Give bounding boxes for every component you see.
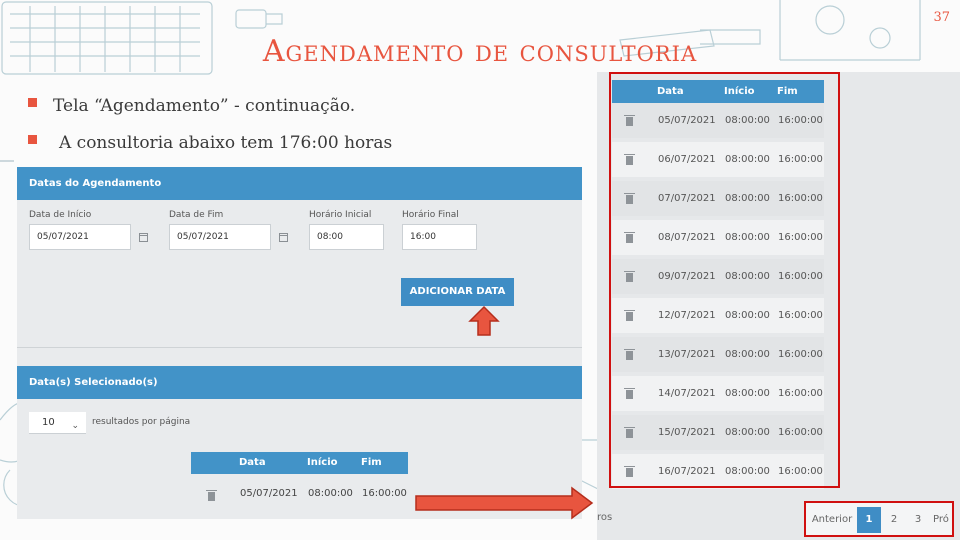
row-date: 05/07/2021 — [240, 488, 298, 499]
start-time-input[interactable]: 08:00 — [309, 224, 384, 250]
dates-panel-header: Datas do Agendamento — [17, 167, 582, 200]
row-start: 08:00:00 — [308, 488, 353, 499]
column-header-start: Início — [307, 457, 338, 468]
start-time-label: Horário Inicial — [309, 210, 372, 220]
end-date-label: Data de Fim — [169, 210, 224, 220]
start-date-label: Data de Início — [29, 210, 92, 220]
pagination-page-1[interactable]: 1 — [857, 507, 881, 533]
add-date-button[interactable]: ADICIONAR DATA — [401, 278, 514, 306]
calendar-icon[interactable] — [139, 233, 148, 242]
start-date-input[interactable]: 05/07/2021 — [29, 224, 131, 250]
table-footer-fragment: ros — [597, 512, 613, 523]
bullet-item: Tela “Agendamento” - continuação. — [28, 96, 355, 116]
slide-number: 37 — [933, 10, 950, 25]
table-row: 05/07/2021 08:00:00 16:00:00 — [191, 474, 408, 514]
slide-title: Agendamento de consultoria — [262, 34, 698, 69]
pagination-page-3[interactable]: 3 — [907, 507, 929, 533]
bullet-text: Tela “Agendamento” - continuação. — [53, 96, 356, 116]
zoom-highlight-frame — [609, 72, 840, 488]
pagination-next[interactable]: Pró — [933, 507, 952, 533]
bullet-marker — [28, 98, 37, 107]
calendar-icon[interactable] — [279, 233, 288, 242]
table-header: Data Início Fim — [191, 452, 408, 474]
selected-dates-table: Data Início Fim 05/07/2021 08:00:00 16:0… — [191, 452, 408, 514]
chevron-down-icon: ⌄ — [71, 421, 79, 431]
bullet-marker — [28, 135, 37, 144]
selected-dates-panel-header: Data(s) Selecionado(s) — [17, 366, 582, 399]
results-per-page-label: resultados por página — [92, 417, 191, 427]
column-header-date: Data — [239, 457, 266, 468]
end-time-label: Horário Final — [402, 210, 459, 220]
pagination: Anterior 1 2 3 Pró — [804, 501, 954, 537]
pagination-page-2[interactable]: 2 — [883, 507, 905, 533]
results-per-page-select[interactable]: 10 ⌄ — [29, 412, 86, 434]
scheduling-form-screenshot: Datas do Agendamento Data de Início 05/0… — [17, 167, 582, 519]
panel-divider — [17, 347, 582, 348]
row-end: 16:00:00 — [362, 488, 407, 499]
column-header-end: Fim — [361, 457, 382, 468]
right-arrow-annotation — [415, 486, 594, 520]
end-date-input[interactable]: 05/07/2021 — [169, 224, 271, 250]
bullet-text: A consultoria abaixo tem 176:00 horas — [59, 133, 393, 153]
bullet-item: A consultoria abaixo tem 176:00 horas — [28, 133, 392, 153]
pagination-previous[interactable]: Anterior — [810, 507, 854, 533]
results-per-page-value: 10 — [42, 417, 55, 428]
up-arrow-annotation — [468, 305, 500, 336]
end-time-input[interactable]: 16:00 — [402, 224, 477, 250]
trash-icon[interactable] — [206, 490, 217, 501]
